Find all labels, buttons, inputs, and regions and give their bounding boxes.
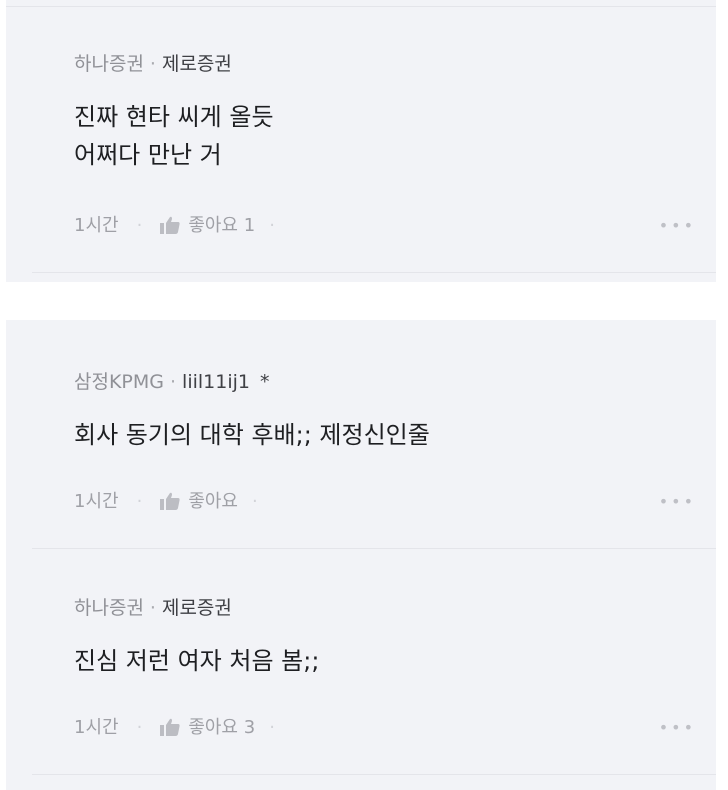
comment-card: 삼정KPMG · liil11ij1 * 회사 동기의 대학 후배;; 제정신인줄 1…: [6, 320, 716, 790]
more-options-icon[interactable]: •••: [659, 214, 696, 238]
comment-body: 진심 저런 여자 처음 봄;;: [74, 642, 696, 680]
like-label: 좋아요: [188, 491, 238, 512]
comment-card: 하나증권 · 제로증권 진짜 현타 씨게 올듯 어쩌다 만난 거 1시간 · 좋아요 1…: [6, 0, 716, 282]
like-count: 3: [243, 717, 256, 738]
comment: 삼정KPMG · liil11ij1 * 회사 동기의 대학 후배;; 제정신인줄: [74, 370, 696, 454]
comment-actions: 1시간 · 좋아요 · •••: [74, 490, 696, 514]
like-label: 좋아요: [188, 717, 238, 738]
more-options-icon[interactable]: •••: [659, 716, 696, 740]
author-name[interactable]: 제로증권: [162, 597, 232, 619]
action-separator: ·: [269, 215, 275, 236]
action-separator: ·: [136, 491, 143, 512]
divider: [32, 548, 716, 549]
thumbs-up-icon: [160, 492, 180, 510]
author-company[interactable]: 하나증권: [74, 53, 144, 75]
comment: 하나증권 · 제로증권 진심 저런 여자 처음 봄;;: [74, 596, 696, 680]
thumbs-up-icon: [160, 718, 180, 736]
action-separator: ·: [136, 215, 143, 236]
like-button[interactable]: 좋아요 3: [160, 716, 255, 740]
comment-line: 회사 동기의 대학 후배;; 제정신인줄: [74, 421, 430, 449]
author-name[interactable]: liil11ij1: [182, 371, 250, 393]
comment-meta: 삼정KPMG · liil11ij1 *: [74, 370, 696, 394]
comment-actions: 1시간 · 좋아요 1 · •••: [74, 214, 696, 238]
author-star: *: [260, 371, 270, 393]
comment-body: 진짜 현타 씨게 올듯 어쩌다 만난 거: [74, 98, 696, 174]
divider: [32, 272, 716, 273]
divider: [32, 774, 716, 775]
meta-separator: ·: [149, 53, 156, 75]
comment-time: 1시간: [74, 215, 119, 236]
comment-time: 1시간: [74, 491, 119, 512]
action-separator: ·: [269, 717, 275, 738]
like-button[interactable]: 좋아요: [160, 490, 238, 514]
divider: [6, 6, 716, 7]
like-label: 좋아요: [188, 215, 238, 236]
action-separator: ·: [252, 491, 258, 512]
author-company[interactable]: 삼정KPMG: [74, 371, 164, 393]
comment-line: 진심 저런 여자 처음 봄;;: [74, 647, 320, 675]
author-name[interactable]: 제로증권: [162, 53, 232, 75]
meta-separator: ·: [149, 597, 156, 619]
comment-meta: 하나증권 · 제로증권: [74, 596, 696, 620]
thumbs-up-icon: [160, 216, 180, 234]
action-separator: ·: [136, 717, 143, 738]
comment-meta: 하나증권 · 제로증권: [74, 52, 696, 76]
comment: 하나증권 · 제로증권 진짜 현타 씨게 올듯 어쩌다 만난 거: [74, 52, 696, 174]
author-company[interactable]: 하나증권: [74, 597, 144, 619]
comment-line: 진짜 현타 씨게 올듯: [74, 103, 274, 131]
like-count: 1: [243, 215, 256, 236]
meta-separator: ·: [170, 371, 177, 393]
like-button[interactable]: 좋아요 1: [160, 214, 255, 238]
comment-line: 어쩌다 만난 거: [74, 141, 222, 169]
comment-actions: 1시간 · 좋아요 3 · •••: [74, 716, 696, 740]
comment-time: 1시간: [74, 717, 119, 738]
more-options-icon[interactable]: •••: [659, 490, 696, 514]
comment-body: 회사 동기의 대학 후배;; 제정신인줄: [74, 416, 696, 454]
